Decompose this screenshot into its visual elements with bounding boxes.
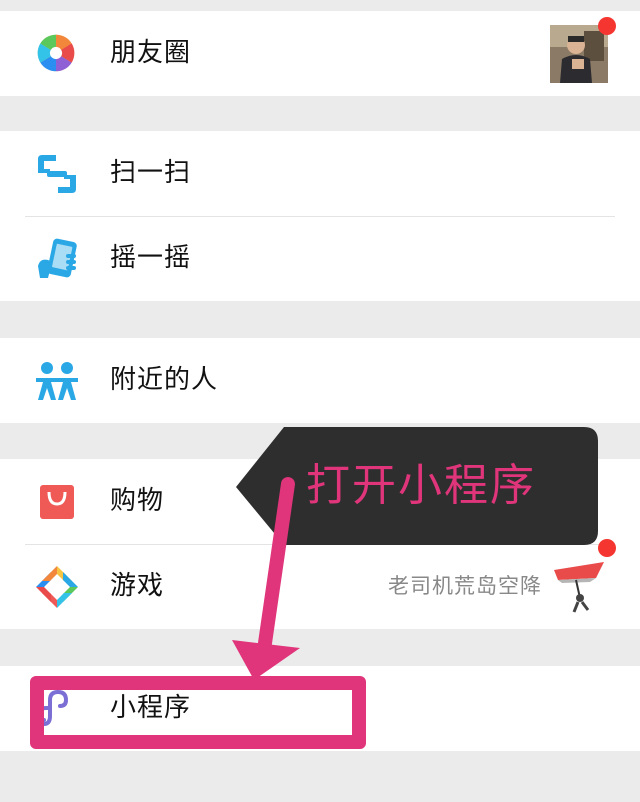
games-icon: [36, 566, 78, 608]
games-label: 游戏: [110, 571, 165, 601]
highlight-box: [30, 676, 366, 749]
tooltip-text: 打开小程序: [306, 460, 536, 511]
shake-label: 摇一摇: [110, 243, 192, 273]
games-promo-text: 老司机荒岛空降: [388, 574, 542, 598]
moments-section: 朋友圈: [0, 11, 640, 96]
scan-icon: [38, 155, 76, 193]
games-new-badge-dot: [598, 539, 616, 557]
nearby-people-icon: [36, 362, 78, 400]
games-row[interactable]: 游戏 老司机荒岛空降: [0, 539, 640, 629]
nearby-section: 附近的人: [0, 338, 640, 423]
moments-latest-thumbnail: [550, 25, 608, 83]
shake-row[interactable]: 摇一摇: [0, 216, 640, 301]
scan-shake-section: 扫一扫 摇一摇: [0, 131, 640, 301]
moments-row[interactable]: 朋友圈: [0, 11, 640, 96]
scan-row[interactable]: 扫一扫: [0, 131, 640, 216]
shopping-label: 购物: [110, 486, 165, 516]
games-promo-thumbnail: [550, 558, 608, 616]
nearby-label: 附近的人: [110, 365, 219, 395]
moments-label: 朋友圈: [110, 38, 192, 68]
nearby-row[interactable]: 附近的人: [0, 338, 640, 423]
shake-phone-icon: [38, 238, 77, 278]
scan-label: 扫一扫: [110, 158, 192, 188]
moments-new-badge-dot: [598, 17, 616, 35]
shopping-bag-icon: [40, 485, 74, 519]
moments-aperture-icon: [37, 34, 75, 72]
